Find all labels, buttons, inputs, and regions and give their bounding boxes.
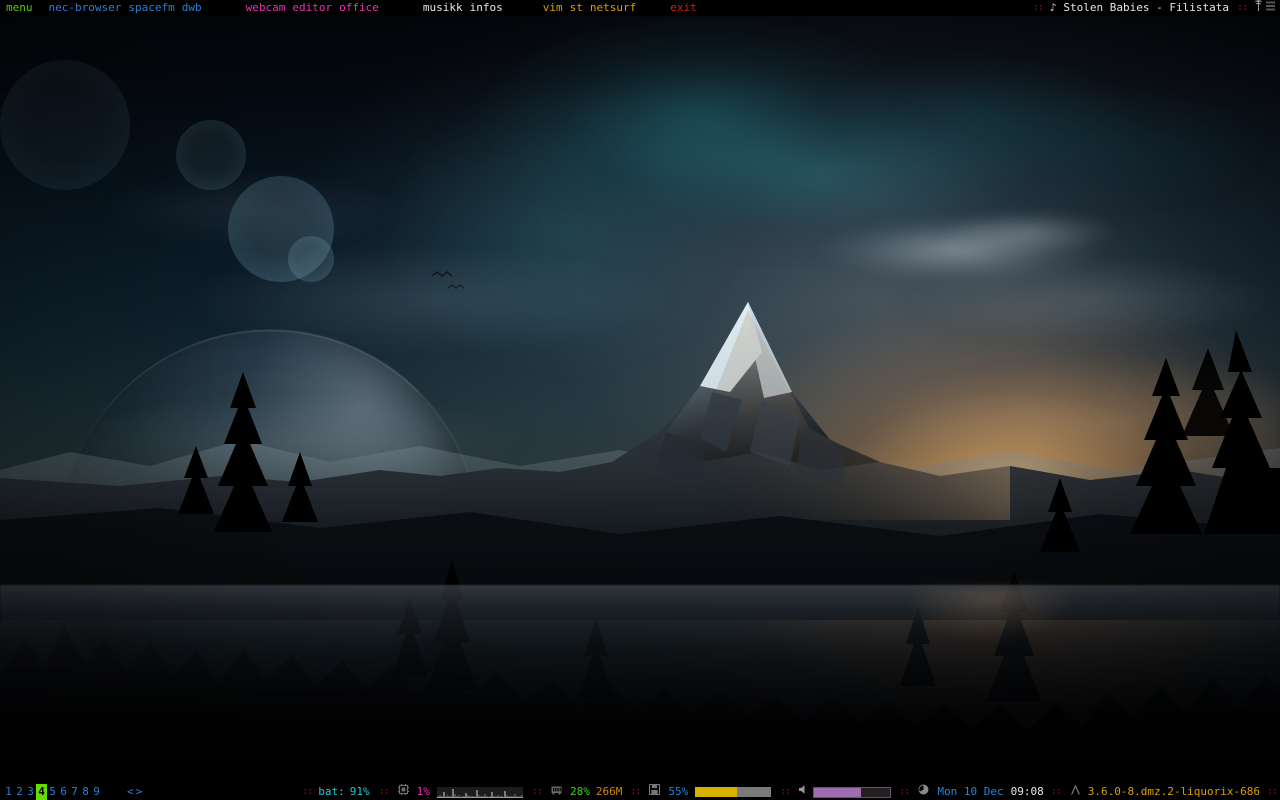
cpu-value[interactable]: 1% [417, 784, 430, 800]
workspace-4[interactable]: 4 [36, 784, 47, 800]
workspace-9[interactable]: 9 [91, 784, 102, 800]
signal-tower-icon[interactable] [1254, 0, 1263, 16]
separator: :: [1050, 786, 1062, 797]
music-note-icon: ♪ [1049, 1, 1057, 14]
memory-used[interactable]: 266M [596, 784, 623, 800]
separator: :: [780, 786, 791, 797]
clock-time[interactable]: 09:08 [1011, 784, 1044, 800]
volume-bar[interactable] [813, 786, 892, 798]
separator: :: [531, 786, 543, 797]
arch-icon [1070, 784, 1081, 800]
separator: :: [1266, 786, 1278, 797]
separator: :: [630, 786, 641, 797]
speaker-icon[interactable] [798, 784, 809, 800]
separator: :: [899, 786, 910, 797]
launcher-st[interactable]: st [570, 0, 583, 16]
workspace-5[interactable]: 5 [47, 784, 58, 800]
disk-usage-bar[interactable] [695, 787, 772, 797]
clock-icon [918, 784, 929, 800]
launcher-netsurf[interactable]: netsurf [590, 0, 636, 16]
signal-bars-icon[interactable] [1266, 0, 1276, 16]
launcher-editor[interactable]: editor [292, 0, 332, 16]
launcher-musikk[interactable]: musikk [423, 0, 463, 16]
layout-indicator[interactable]: <> [127, 784, 144, 800]
desktop-wallpaper[interactable] [0, 0, 1280, 800]
launcher-office[interactable]: office [339, 0, 379, 16]
ram-icon [551, 784, 562, 800]
disk-icon [649, 784, 661, 800]
menu-launcher-button[interactable]: menu [6, 0, 33, 16]
launcher-infos[interactable]: infos [470, 0, 503, 16]
workspace-8[interactable]: 8 [80, 784, 91, 800]
cpu-history-graph [436, 786, 523, 798]
workspace-1[interactable]: 1 [3, 784, 14, 800]
workspace-7[interactable]: 7 [69, 784, 80, 800]
workspace-3[interactable]: 3 [25, 784, 36, 800]
exit-button[interactable]: exit [670, 0, 697, 16]
bottom-panel[interactable]: 1 2 3 4 5 6 7 8 9 <> :: bat: 91% :: 1% :… [0, 784, 1280, 800]
separator: :: [1236, 2, 1248, 13]
launcher-spacefm[interactable]: spacefm [128, 0, 174, 16]
memory-percent[interactable]: 28% [570, 784, 590, 800]
launcher-webcam[interactable]: webcam [246, 0, 286, 16]
launcher-dwb[interactable]: dwb [182, 0, 202, 16]
disk-value[interactable]: 55% [668, 784, 688, 800]
workspace-2[interactable]: 2 [14, 784, 25, 800]
battery-label: bat: [318, 785, 345, 798]
workspace-6[interactable]: 6 [58, 784, 69, 800]
kernel-version[interactable]: 3.6.0-8.dmz.2-liquorix-686 [1088, 784, 1260, 800]
vignette-overlay [0, 0, 1280, 800]
separator: :: [302, 786, 313, 797]
top-panel[interactable]: menu nec-browser spacefm dwb webcam edit… [0, 0, 1280, 16]
launcher-vim[interactable]: vim [543, 0, 563, 16]
clock-date[interactable]: Mon 10 Dec [937, 784, 1003, 800]
launcher-nec-browser[interactable]: nec-browser [49, 0, 122, 16]
cpu-chip-icon [397, 784, 409, 800]
now-playing-label[interactable]: Stolen Babies - Filistata [1063, 0, 1229, 16]
battery-value[interactable]: 91% [350, 784, 370, 800]
separator: :: [1032, 2, 1044, 13]
separator: :: [378, 786, 390, 797]
